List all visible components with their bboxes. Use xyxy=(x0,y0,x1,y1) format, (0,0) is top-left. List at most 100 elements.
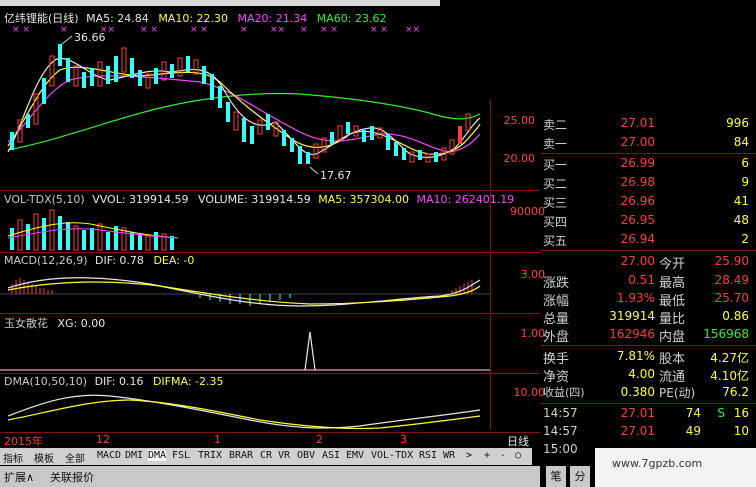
bid-price: 26.95 xyxy=(620,213,655,227)
orderbook-divider xyxy=(541,250,756,251)
ask-row-1[interactable]: 卖一 27.00 84 xyxy=(541,135,753,152)
ask-row-2[interactable]: 卖二 27.01 996 xyxy=(541,116,753,133)
equity-label: 股本 xyxy=(659,352,686,367)
tab-vol-tdx[interactable]: VOL-TDX xyxy=(371,450,413,461)
bid-row-2[interactable]: 买二 26.98 9 xyxy=(541,175,753,192)
svg-text:× ×: × × xyxy=(320,25,338,35)
tick-row: 14:57 27.01 49 10 xyxy=(543,424,749,438)
dma-y-tick: 10.00 xyxy=(513,386,546,399)
tab-more-arrow[interactable]: > xyxy=(466,450,472,461)
float-label: 流通 xyxy=(659,370,686,385)
bid-volume: 48 xyxy=(733,213,749,227)
macd-y-tick: 3.00 xyxy=(520,268,546,281)
bid-label: 买五 xyxy=(543,234,568,248)
related-quotes-button[interactable]: 关联报价 xyxy=(50,469,94,485)
vvol-label: VVOL: 319914.59 xyxy=(92,193,189,206)
nav-value: 4.00 xyxy=(628,367,655,381)
panel-divider xyxy=(0,373,540,374)
tab-fsl[interactable]: FSL xyxy=(172,450,190,461)
tab-dma[interactable]: DMA xyxy=(148,450,167,461)
tab-macd[interactable]: MACD xyxy=(97,450,121,461)
bid-volume: 9 xyxy=(741,175,749,189)
ask-price: 27.00 xyxy=(620,135,655,149)
tab-rsi[interactable]: RSI xyxy=(419,450,437,461)
reset-button[interactable]: ○ xyxy=(515,450,521,461)
macd-chart[interactable] xyxy=(0,266,500,314)
panel-divider xyxy=(0,313,540,314)
svg-text:××: ×× xyxy=(270,25,285,35)
tab-emv[interactable]: EMV xyxy=(346,450,364,461)
bid-row-4[interactable]: 买四 26.95 48 xyxy=(541,213,753,230)
bid-volume: 2 xyxy=(741,232,749,246)
xg-y-tick: 1.00 xyxy=(520,327,546,340)
bid-volume: 6 xyxy=(741,156,749,170)
tab-cr[interactable]: CR xyxy=(260,450,272,461)
ask-label: 卖一 xyxy=(543,137,568,151)
svg-text:×: × xyxy=(240,25,248,35)
zoom-out-button[interactable]: - xyxy=(500,450,506,461)
open-value: 25.90 xyxy=(714,254,749,268)
tab-brar[interactable]: BRAR xyxy=(229,450,253,461)
high-label: 最高 xyxy=(659,276,686,291)
high-mark: 36.66 xyxy=(74,31,106,44)
xg-chart[interactable] xyxy=(0,326,500,374)
equity-value: 4.27亿 xyxy=(710,351,749,365)
orderbook-divider xyxy=(541,153,756,154)
pct-value: 1.93% xyxy=(616,291,655,305)
bid-row-5[interactable]: 买五 26.94 2 xyxy=(541,232,753,249)
x-axis-year: 2015年 xyxy=(4,435,43,448)
x-axis: 2015年 12 1 2 3 日线 xyxy=(0,433,540,448)
eps-label: 收益(四) xyxy=(543,386,585,399)
candlestick-chart[interactable]: × × × ×× × × × × × ×× × × × × × ×× 36.66 17.67 xyxy=(0,22,505,190)
panel-divider xyxy=(0,190,540,191)
volume-label: VOLUME: 319914.59 xyxy=(198,193,311,206)
menu-bar xyxy=(0,0,440,6)
period-label[interactable]: 日线 xyxy=(507,433,529,449)
change-label: 涨跌 xyxy=(543,276,570,291)
stats-divider xyxy=(541,345,756,346)
tab-template[interactable]: 模板 xyxy=(34,450,54,465)
nav-label: 净资 xyxy=(543,370,570,385)
total-value: 319914 xyxy=(609,309,655,323)
bid-row-3[interactable]: 买三 26.96 41 xyxy=(541,194,753,211)
dma-chart[interactable] xyxy=(0,386,500,434)
stats-divider xyxy=(541,403,756,404)
macd-histogram-pos xyxy=(11,278,473,294)
tab-vr[interactable]: VR xyxy=(278,450,290,461)
ask-volume: 84 xyxy=(733,135,749,149)
tab-trix[interactable]: TRIX xyxy=(198,450,222,461)
outer-label: 外盘 xyxy=(543,330,570,345)
tab-indicator[interactable]: 指标 xyxy=(3,450,23,465)
high-value: 28.49 xyxy=(714,273,749,287)
bid-row-1[interactable]: 买一 26.99 6 xyxy=(541,156,753,173)
tab-all[interactable]: 全部 xyxy=(65,450,85,465)
macd-histogram-neg xyxy=(199,294,291,306)
svg-text:× ×: × × xyxy=(190,25,208,35)
tab-wr[interactable]: WR xyxy=(443,450,455,461)
pe-value: 76.2 xyxy=(722,385,749,399)
tab-obv[interactable]: OBV xyxy=(297,450,315,461)
outer-value: 162946 xyxy=(609,327,655,341)
tab-asi[interactable]: ASI xyxy=(322,450,340,461)
total-label: 总量 xyxy=(543,312,570,327)
inner-label: 内盘 xyxy=(659,330,686,345)
vol-ma5-label: MA5: 357304.00 xyxy=(318,193,409,206)
expand-button[interactable]: 扩展∧ xyxy=(4,469,34,485)
ask-price: 27.01 xyxy=(620,116,655,130)
tab-dmi[interactable]: DMI xyxy=(125,450,143,461)
volume-chart[interactable] xyxy=(0,206,500,252)
bid-label: 买二 xyxy=(543,177,568,191)
inner-value: 156968 xyxy=(703,327,749,341)
volume-title[interactable]: VOL-TDX(5,10) xyxy=(4,193,85,206)
side-button-bi[interactable]: 笔 xyxy=(546,466,566,487)
vol-y-tick: 90000 xyxy=(510,205,545,218)
pct-label: 涨幅 xyxy=(543,294,570,309)
xg-spike xyxy=(304,331,316,371)
axis-line xyxy=(490,100,491,430)
zoom-in-button[interactable]: + xyxy=(484,450,490,461)
ask-volume: 996 xyxy=(726,116,749,130)
svg-text:×: × xyxy=(300,25,308,35)
turnover-label: 换手 xyxy=(543,352,570,367)
side-button-fen[interactable]: 分 xyxy=(570,466,590,487)
pe-label: PE(动) xyxy=(659,386,696,400)
